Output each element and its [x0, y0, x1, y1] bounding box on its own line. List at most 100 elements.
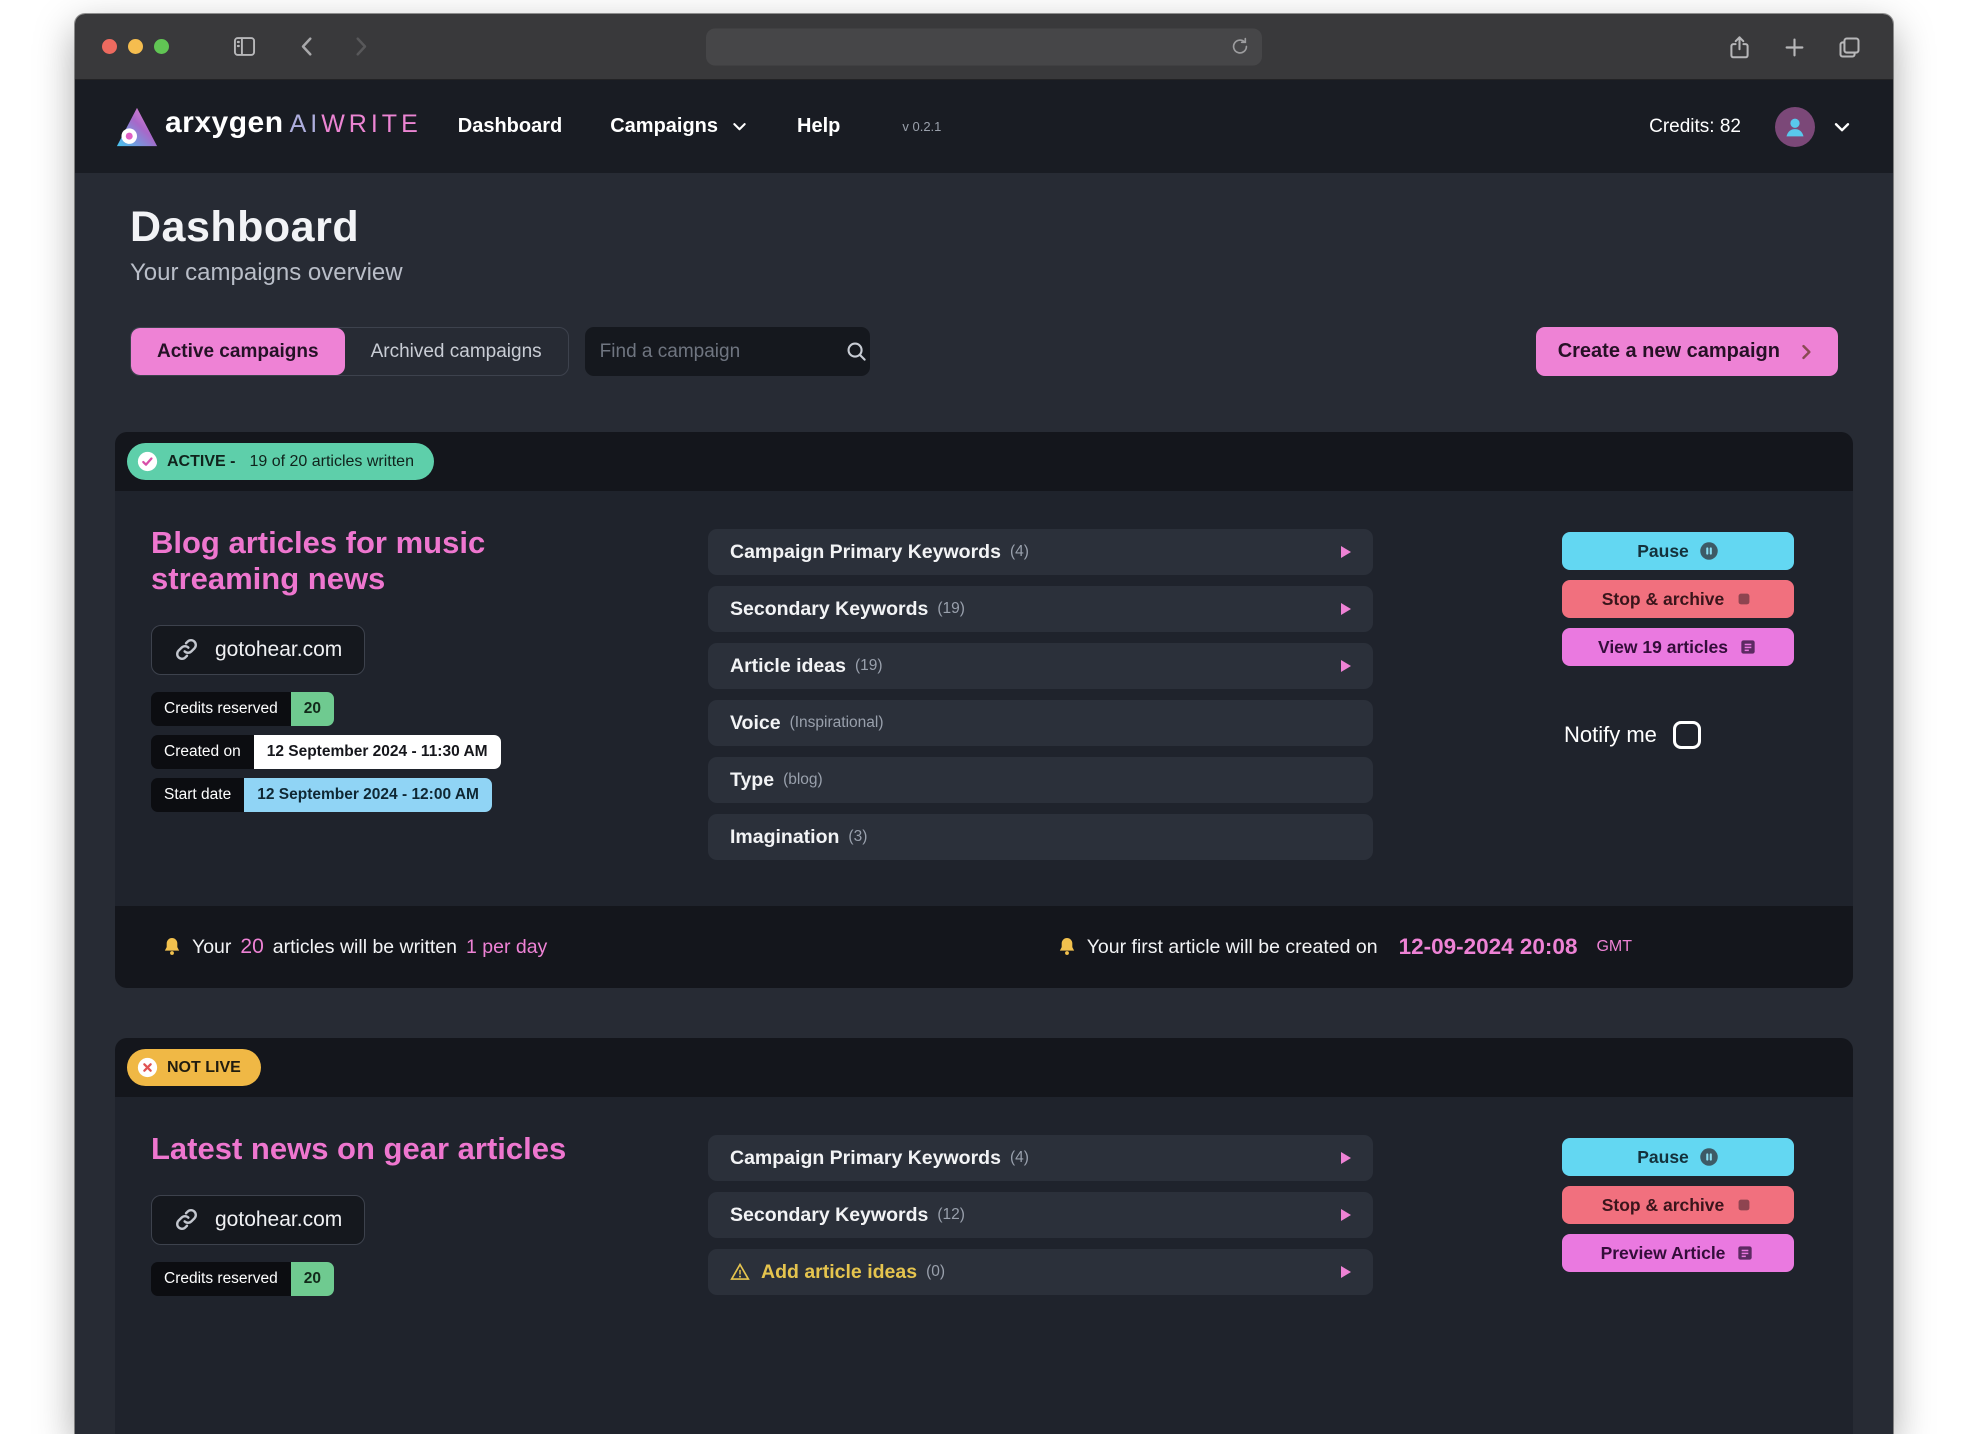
page-subtitle: Your campaigns overview: [130, 259, 1838, 287]
meta-credits-reserved: Credits reserved 20: [151, 692, 334, 726]
expand-arrow-icon: [1341, 603, 1351, 615]
tab-active-campaigns[interactable]: Active campaigns: [131, 328, 345, 375]
campaign-controls: Active campaigns Archived campaigns Crea…: [130, 327, 1838, 376]
app-version: v 0.2.1: [902, 119, 941, 134]
toolbar-right-group: [1726, 14, 1863, 80]
articles-icon: [1735, 1243, 1755, 1263]
reload-icon[interactable]: [1229, 36, 1251, 58]
tab-archived-campaigns[interactable]: Archived campaigns: [345, 328, 568, 375]
logo-triangle-icon: [115, 106, 159, 148]
search-input[interactable]: [600, 341, 845, 363]
back-icon[interactable]: [294, 33, 321, 60]
expand-arrow-icon: [1341, 546, 1351, 558]
meta-start-date: Start date 12 September 2024 - 12:00 AM: [151, 778, 492, 812]
cross-icon: [137, 1057, 158, 1078]
stop-icon: [1734, 589, 1754, 609]
bell-icon: [161, 936, 183, 958]
create-campaign-button[interactable]: Create a new campaign: [1536, 327, 1838, 376]
link-icon: [174, 637, 199, 662]
campaign-footer: Your 20 articles will be written 1 per d…: [115, 906, 1853, 988]
notify-me-label: Notify me: [1564, 722, 1657, 748]
browser-window: arxygen AI WRITE Dashboard Campaigns Hel…: [75, 14, 1893, 1434]
notify-me-control: Notify me: [1562, 721, 1794, 749]
campaign-card: NOT LIVE Latest news on gear articles go…: [115, 1038, 1853, 1434]
expand-arrow-icon: [1341, 1266, 1351, 1278]
campaign-tabs: Active campaigns Archived campaigns: [130, 327, 569, 376]
brand-suffix-write: WRITE: [321, 110, 422, 139]
close-window-button[interactable]: [102, 39, 117, 54]
accordion-primary-keywords[interactable]: Campaign Primary Keywords (4): [708, 529, 1373, 575]
new-tab-icon[interactable]: [1781, 34, 1808, 61]
check-icon: [137, 451, 158, 472]
campaign-accordions: Campaign Primary Keywords (4) Secondary …: [708, 529, 1373, 871]
nav-item-help[interactable]: Help: [797, 115, 840, 138]
zoom-window-button[interactable]: [154, 39, 169, 54]
meta-credits-reserved: Credits reserved 20: [151, 1262, 334, 1296]
minimize-window-button[interactable]: [128, 39, 143, 54]
address-bar[interactable]: [706, 28, 1262, 65]
campaign-card-body: Blog articles for music streaming news g…: [115, 491, 1853, 906]
accordion-secondary-keywords[interactable]: Secondary Keywords (12): [708, 1192, 1373, 1238]
accordion-voice[interactable]: Voice (Inspirational): [708, 700, 1373, 746]
campaign-actions: Pause Stop & archive Preview Article: [1562, 1138, 1794, 1434]
sidebar-icon[interactable]: [231, 33, 258, 60]
chevron-down-icon: [730, 117, 749, 136]
first-article-notice: Your first article will be created on 12…: [1056, 934, 1632, 960]
accordion-secondary-keywords[interactable]: Secondary Keywords (19): [708, 586, 1373, 632]
stop-archive-button[interactable]: Stop & archive: [1562, 1186, 1794, 1224]
status-badge: NOT LIVE: [127, 1049, 261, 1086]
status-badge: ACTIVE - 19 of 20 articles written: [127, 443, 434, 480]
pause-button[interactable]: Pause: [1562, 1138, 1794, 1176]
accordion-article-ideas[interactable]: Article ideas (19): [708, 643, 1373, 689]
account-chevron-down-icon[interactable]: [1831, 116, 1853, 138]
brand-name: arxygen: [165, 106, 284, 140]
forward-icon[interactable]: [347, 33, 374, 60]
meta-created-on: Created on 12 September 2024 - 11:30 AM: [151, 735, 501, 769]
browser-toolbar: [75, 14, 1893, 80]
campaign-domain-link[interactable]: gotohear.com: [151, 625, 365, 675]
campaign-meta: Credits reserved 20: [151, 1262, 651, 1296]
main-content: Dashboard Your campaigns overview Active…: [75, 203, 1893, 1434]
pause-icon: [1699, 541, 1719, 561]
user-avatar[interactable]: [1775, 107, 1815, 147]
credits-counter: Credits: 82: [1649, 116, 1741, 138]
expand-arrow-icon: [1341, 1152, 1351, 1164]
user-avatar-icon: [1780, 112, 1810, 142]
campaign-title: Blog articles for music streaming news: [151, 525, 531, 597]
expand-arrow-icon: [1341, 660, 1351, 672]
accordion-add-article-ideas[interactable]: Add article ideas (0): [708, 1249, 1373, 1295]
campaign-status-bar: NOT LIVE: [115, 1038, 1853, 1097]
expand-arrow-icon: [1341, 1209, 1351, 1221]
pause-button[interactable]: Pause: [1562, 532, 1794, 570]
view-articles-button[interactable]: View 19 articles: [1562, 628, 1794, 666]
preview-article-button[interactable]: Preview Article: [1562, 1234, 1794, 1272]
campaign-actions: Pause Stop & archive View 19 articles: [1562, 532, 1794, 871]
tab-overview-icon[interactable]: [1836, 34, 1863, 61]
nav-links: Dashboard Campaigns Help v 0.2.1: [458, 115, 942, 138]
nav-item-dashboard[interactable]: Dashboard: [458, 115, 562, 138]
chevron-right-icon: [1796, 342, 1816, 362]
campaign-domain-link[interactable]: gotohear.com: [151, 1195, 365, 1245]
share-icon[interactable]: [1726, 34, 1753, 61]
brand-logo[interactable]: arxygen AI WRITE: [115, 106, 422, 148]
page-title: Dashboard: [130, 203, 1838, 252]
schedule-notice: Your 20 articles will be written 1 per d…: [161, 935, 547, 959]
accordion-primary-keywords[interactable]: Campaign Primary Keywords (4): [708, 1135, 1373, 1181]
campaign-accordions: Campaign Primary Keywords (4) Secondary …: [708, 1135, 1373, 1434]
search-icon: [845, 340, 868, 363]
articles-icon: [1738, 637, 1758, 657]
warning-icon: [730, 1262, 750, 1282]
app-navbar: arxygen AI WRITE Dashboard Campaigns Hel…: [75, 80, 1893, 173]
stop-icon: [1734, 1195, 1754, 1215]
stop-archive-button[interactable]: Stop & archive: [1562, 580, 1794, 618]
campaign-status-bar: ACTIVE - 19 of 20 articles written: [115, 432, 1853, 491]
nav-item-campaigns[interactable]: Campaigns: [610, 115, 749, 138]
navbar-right: Credits: 82: [1649, 107, 1853, 147]
accordion-imagination[interactable]: Imagination (3): [708, 814, 1373, 860]
brand-suffix-ai: AI: [290, 110, 322, 139]
campaign-meta: Credits reserved 20 Created on 12 Septem…: [151, 692, 651, 812]
notify-me-checkbox[interactable]: [1673, 721, 1701, 749]
window-controls: [102, 39, 169, 54]
app-page: arxygen AI WRITE Dashboard Campaigns Hel…: [75, 80, 1893, 1434]
accordion-type[interactable]: Type (blog): [708, 757, 1373, 803]
